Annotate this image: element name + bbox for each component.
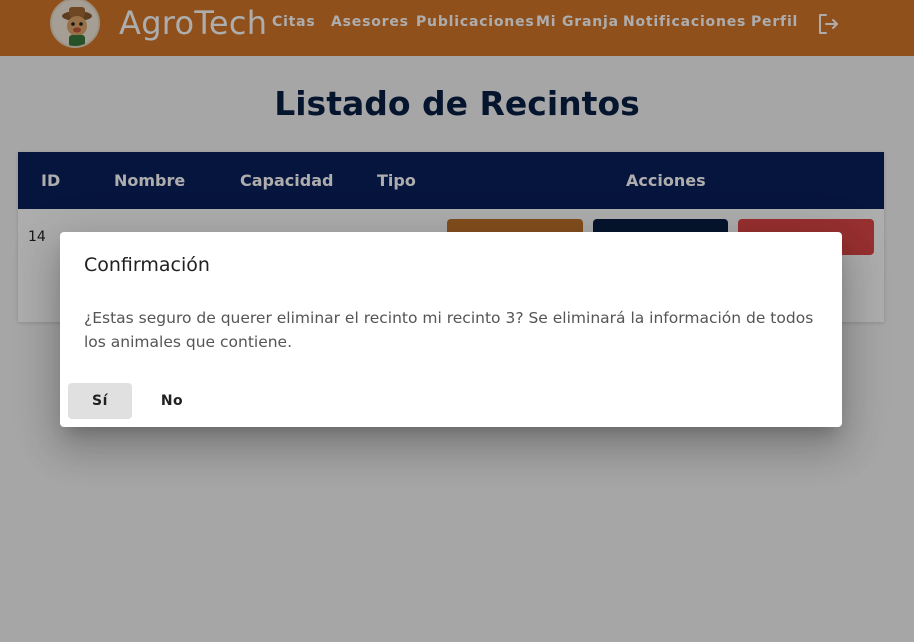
- cancel-button[interactable]: No: [140, 383, 204, 419]
- confirm-button[interactable]: Sí: [68, 383, 132, 419]
- dialog-title: Confirmación: [84, 254, 210, 276]
- confirm-dialog: Confirmación ¿Estas seguro de querer eli…: [60, 232, 842, 427]
- dialog-message: ¿Estas seguro de querer eliminar el reci…: [84, 309, 814, 351]
